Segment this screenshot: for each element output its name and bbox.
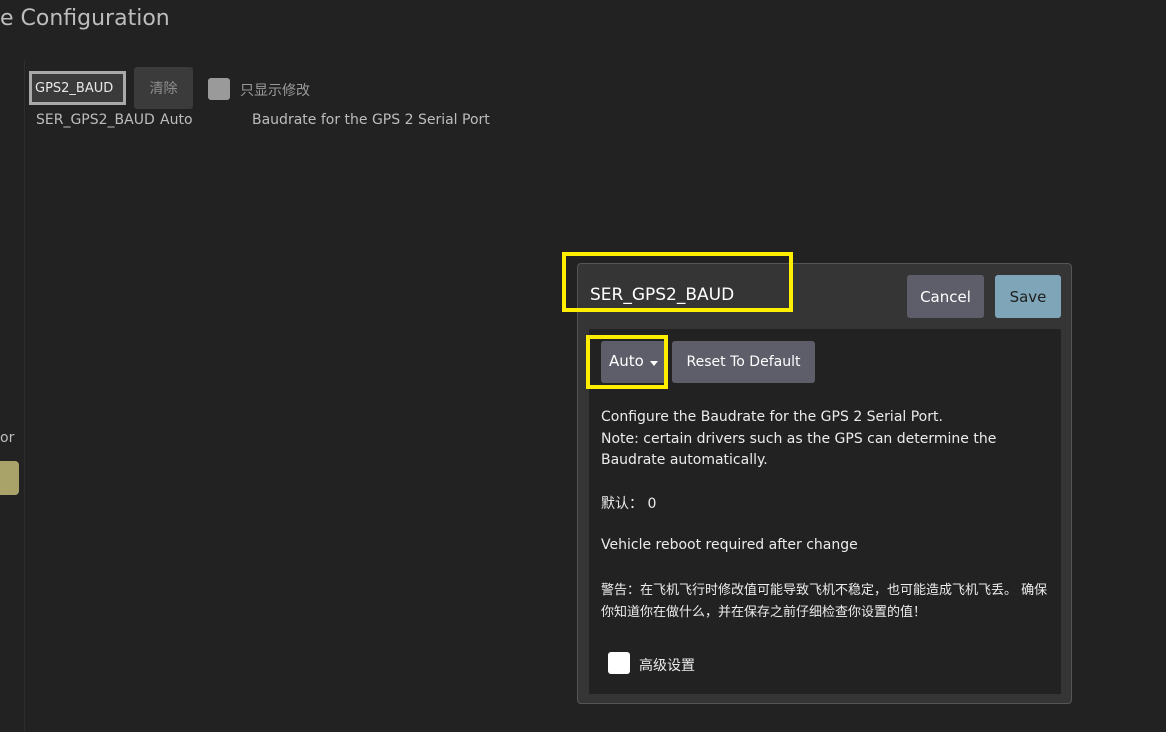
reset-to-default-button[interactable]: Reset To Default bbox=[672, 341, 815, 383]
cancel-button[interactable]: Cancel bbox=[907, 275, 984, 318]
dialog-title: SER_GPS2_BAUD bbox=[590, 285, 735, 305]
reboot-notice: Vehicle reboot required after change bbox=[601, 537, 858, 553]
dialog-body: Auto Reset To Default Configure the Baud… bbox=[589, 329, 1061, 694]
page-title: e Configuration bbox=[0, 6, 170, 31]
left-panel-divider bbox=[24, 60, 25, 732]
page: e Configuration or 清除 只显示修改 SER_GPS2_BAU… bbox=[0, 0, 1166, 732]
description-line: Note: certain drivers such as the GPS ca… bbox=[601, 430, 997, 469]
param-description-text: Configure the Baudrate for the GPS 2 Ser… bbox=[601, 407, 1051, 472]
param-name: SER_GPS2_BAUD bbox=[36, 112, 155, 128]
search-input[interactable] bbox=[29, 71, 126, 105]
save-button[interactable]: Save bbox=[995, 275, 1061, 318]
value-dropdown-label: Auto bbox=[609, 352, 644, 370]
left-panel-button[interactable] bbox=[0, 461, 19, 495]
param-edit-dialog: SER_GPS2_BAUD Cancel Save Auto Reset To … bbox=[577, 263, 1072, 704]
default-value-text: 默认： 0 bbox=[601, 496, 657, 512]
advanced-settings-checkbox[interactable] bbox=[608, 652, 630, 674]
description-line: Configure the Baudrate for the GPS 2 Ser… bbox=[601, 409, 943, 425]
advanced-settings-label: 高级设置 bbox=[639, 658, 695, 674]
show-changed-checkbox[interactable] bbox=[208, 78, 230, 100]
left-panel-text: or bbox=[0, 430, 15, 446]
caret-down-icon bbox=[650, 361, 658, 366]
value-dropdown[interactable]: Auto bbox=[601, 341, 666, 383]
param-value: Auto bbox=[160, 112, 193, 128]
warning-text: 警告：在飞机飞行时修改值可能导致飞机不稳定，也可能造成飞机飞丢。 确保你知道你在… bbox=[601, 583, 1048, 620]
show-changed-label: 只显示修改 bbox=[240, 83, 310, 99]
param-description: Baudrate for the GPS 2 Serial Port bbox=[252, 112, 490, 128]
clear-button[interactable]: 清除 bbox=[134, 67, 193, 109]
